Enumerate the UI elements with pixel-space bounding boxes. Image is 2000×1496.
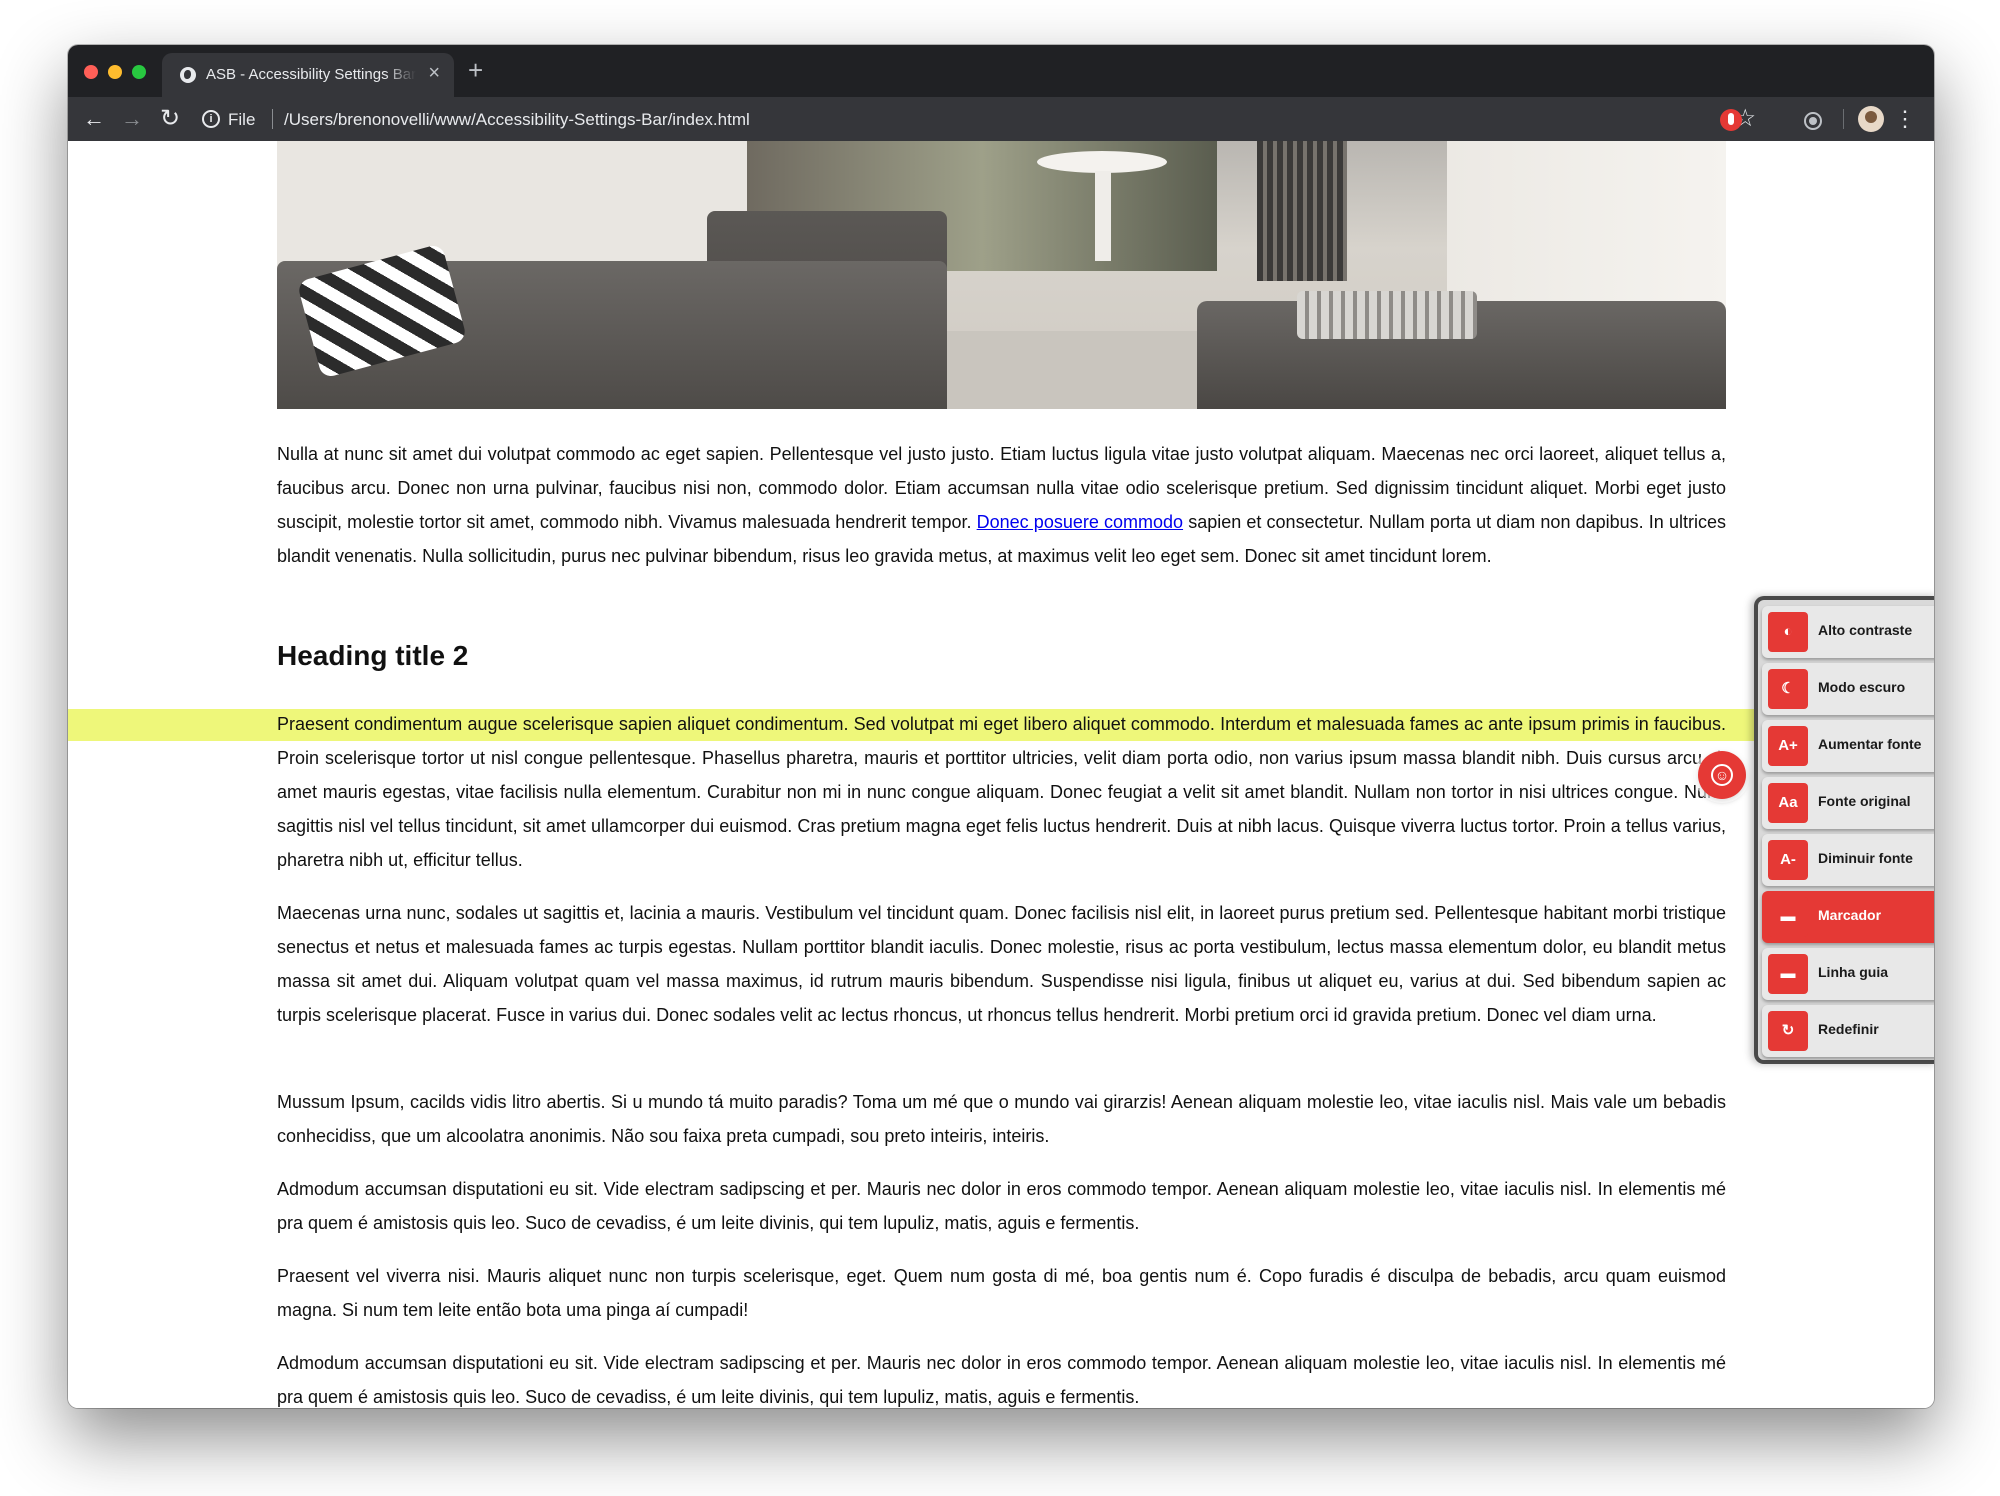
inline-link[interactable]: Donec posuere commodo	[977, 512, 1183, 532]
new-tab-button[interactable]: +	[468, 57, 483, 83]
paragraph: Admodum accumsan disputationi eu sit. Vi…	[277, 1179, 1726, 1233]
browser-menu-icon[interactable]: ⋮	[1894, 103, 1916, 135]
back-button[interactable]: ←	[78, 103, 110, 135]
address-divider	[272, 109, 273, 129]
extension-circle-icon[interactable]	[1804, 112, 1822, 130]
paragraph: Admodum accumsan disputationi eu sit. Vi…	[277, 1353, 1726, 1407]
paragraph: Mussum Ipsum, cacilds vidis litro aberti…	[277, 1092, 1726, 1146]
asb-item-linha-guia[interactable]: ▬ Linha guia	[1762, 948, 1934, 1000]
font-original-icon: Aa	[1768, 783, 1808, 823]
paragraph: Nulla at nunc sit amet dui volutpat comm…	[277, 437, 1726, 573]
asb-item-label: Linha guia	[1818, 964, 1888, 980]
moon-icon: ☾	[1768, 669, 1808, 709]
browser-window: ASB - Accessibility Settings Bar × + ← →…	[68, 45, 1934, 1408]
asb-item-label: Redefinir	[1818, 1021, 1879, 1037]
asb-item-label: Diminuir fonte	[1818, 850, 1913, 866]
paragraph: Praesent condimentum augue scelerisque s…	[277, 714, 1726, 870]
asb-item-label: Aumentar fonte	[1818, 736, 1922, 752]
asb-item-modo-escuro[interactable]: ☾ Modo escuro	[1762, 663, 1934, 715]
url-text[interactable]: /Users/brenonovelli/www/Accessibility-Se…	[284, 110, 750, 130]
globe-icon	[180, 67, 196, 83]
profile-avatar[interactable]	[1858, 106, 1884, 132]
address-bar[interactable]: i File /Users/brenonovelli/www/Accessibi…	[196, 102, 1704, 136]
asb-item-redefinir[interactable]: ↻ Redefinir	[1762, 1005, 1934, 1057]
paragraph: Praesent vel viverra nisi. Mauris alique…	[277, 1266, 1726, 1320]
section-heading: Heading title 2	[277, 640, 469, 671]
font-decrease-icon: A-	[1768, 840, 1808, 880]
tab-active[interactable]: ASB - Accessibility Settings Bar ×	[162, 53, 454, 97]
reset-icon: ↻	[1768, 1011, 1808, 1051]
forward-button[interactable]: →	[116, 103, 148, 135]
page-viewport: Nulla at nunc sit amet dui volutpat comm…	[68, 141, 1934, 1408]
asb-item-alto-contraste[interactable]: ◐ Alto contraste	[1762, 606, 1934, 658]
marker-icon: ▬	[1768, 897, 1808, 937]
asb-item-label: Modo escuro	[1818, 679, 1906, 695]
tab-title: ASB - Accessibility Settings Bar	[206, 66, 416, 83]
accessibility-toggle-button[interactable]: ☺	[1698, 751, 1746, 799]
browser-toolbar: ← → ↻ i File /Users/brenonovelli/www/Acc…	[68, 97, 1934, 141]
font-increase-icon: A+	[1768, 726, 1808, 766]
tab-strip: ASB - Accessibility Settings Bar × +	[68, 45, 1934, 97]
file-label: File	[228, 110, 256, 129]
extension-red-icon[interactable]	[1720, 109, 1742, 131]
asb-item-marcador[interactable]: ▬ Marcador	[1762, 891, 1934, 943]
info-icon[interactable]: i	[202, 110, 220, 128]
paragraph: Maecenas urna nunc, sodales ut sagittis …	[277, 903, 1726, 1025]
accessibility-settings-bar: ◐ Alto contraste ☾ Modo escuro A+ Aument…	[1754, 596, 1934, 1064]
contrast-icon: ◐	[1768, 612, 1808, 652]
asb-item-fonte-original[interactable]: Aa Fonte original	[1762, 777, 1934, 829]
toolbar-divider	[1843, 109, 1844, 129]
zoom-window-button[interactable]	[132, 65, 146, 79]
asb-item-aumentar-fonte[interactable]: A+ Aumentar fonte	[1762, 720, 1934, 772]
minimize-window-button[interactable]	[108, 65, 122, 79]
close-window-button[interactable]	[84, 65, 98, 79]
asb-item-label: Alto contraste	[1818, 622, 1913, 638]
hero-image	[277, 141, 1726, 409]
guide-line-icon: ▬	[1768, 954, 1808, 994]
asb-item-diminuir-fonte[interactable]: A- Diminuir fonte	[1762, 834, 1934, 886]
asb-item-label: Marcador	[1818, 907, 1882, 923]
accessibility-icon: ☺	[1711, 764, 1733, 786]
reload-button[interactable]: ↻	[154, 103, 186, 135]
tab-close-button[interactable]: ×	[428, 63, 440, 83]
asb-item-label: Fonte original	[1818, 793, 1911, 809]
